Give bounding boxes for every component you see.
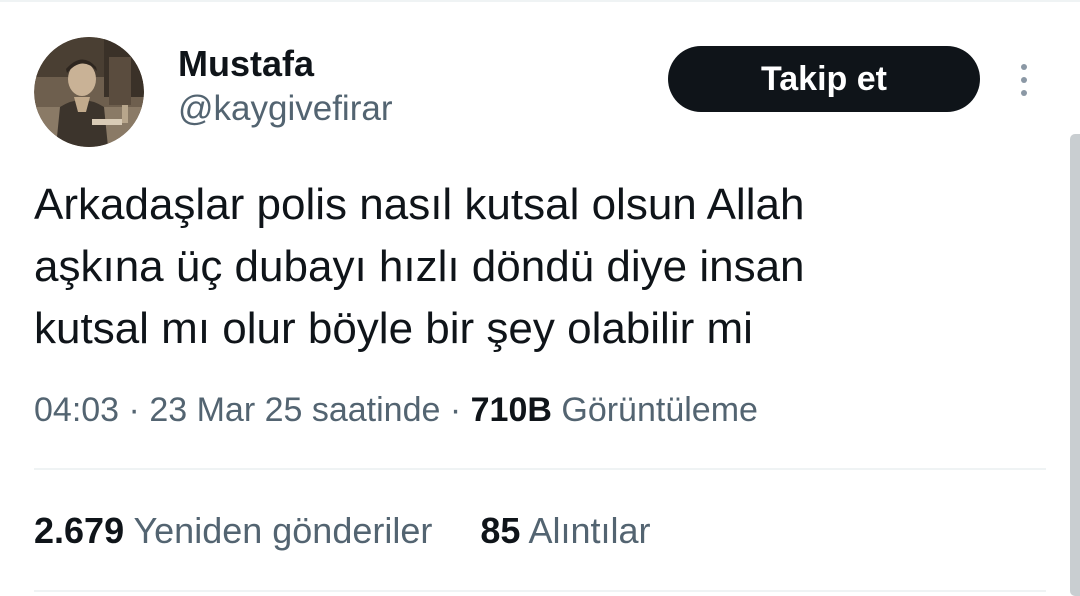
tweet-date[interactable]: 23 Mar 25 saatinde: [149, 391, 440, 429]
quotes-label: Alıntılar: [528, 510, 651, 551]
avatar[interactable]: [34, 37, 144, 147]
avatar-image: [34, 37, 144, 147]
quotes-count: 85: [480, 510, 521, 551]
stats-divider-bottom: [34, 590, 1046, 592]
display-name[interactable]: Mustafa: [178, 42, 392, 86]
quotes-stat[interactable]: 85 Alıntılar: [480, 510, 650, 551]
more-dot: [1021, 90, 1027, 96]
tweet: Mustafa @kaygivefirar Takip et Arkadaşla…: [0, 0, 1080, 596]
tweet-text: Arkadaşlar polis nasıl kutsal olsun Alla…: [34, 174, 1044, 360]
engagement-stats: 2.679 Yeniden gönderiler 85 Alıntılar: [34, 508, 651, 554]
stats-divider-top: [34, 468, 1046, 470]
more-dot: [1021, 77, 1027, 83]
more-vertical-icon[interactable]: [1004, 56, 1044, 104]
retweets-label: Yeniden gönderiler: [133, 510, 433, 551]
meta-separator: ·: [449, 391, 462, 429]
tweet-meta: 04:03 · 23 Mar 25 saatinde · 710B Görünt…: [34, 388, 758, 432]
retweets-count: 2.679: [34, 510, 125, 551]
more-dot: [1021, 64, 1027, 70]
follow-button[interactable]: Takip et: [668, 46, 980, 112]
views-label: Görüntüleme: [561, 391, 758, 429]
tweet-text-line: aşkına üç dubayı hızlı döndü diye insan: [34, 242, 805, 291]
meta-separator: ·: [128, 391, 140, 429]
tweet-text-line: Arkadaşlar polis nasıl kutsal olsun Alla…: [34, 180, 805, 229]
retweets-stat[interactable]: 2.679 Yeniden gönderiler: [34, 510, 432, 551]
author-block: Mustafa @kaygivefirar: [178, 42, 392, 132]
user-handle[interactable]: @kaygivefirar: [178, 86, 392, 132]
tweet-text-line: kutsal mı olur böyle bir şey olabilir mi: [34, 304, 753, 353]
views-count: 710B: [470, 391, 552, 429]
tweet-time[interactable]: 04:03: [34, 391, 119, 429]
scrollbar[interactable]: [1070, 134, 1080, 596]
